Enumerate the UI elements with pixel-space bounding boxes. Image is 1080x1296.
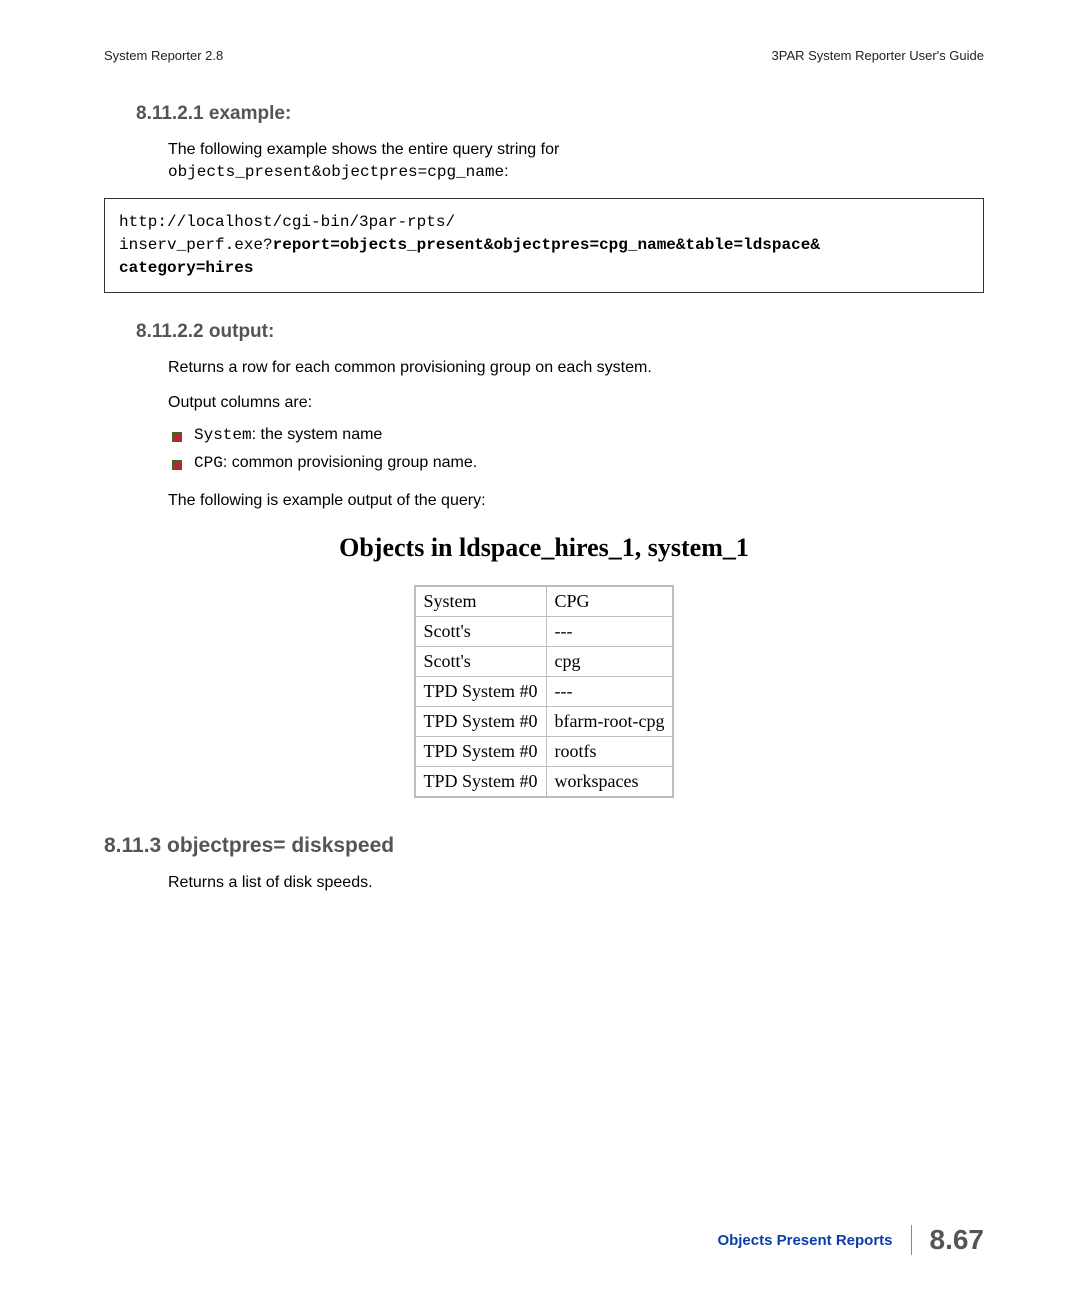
table-header-system: System xyxy=(415,586,547,617)
header-left: System Reporter 2.8 xyxy=(104,48,223,63)
table-cell: rootfs xyxy=(546,736,673,766)
output-paragraph-2: Output columns are: xyxy=(168,392,984,414)
table-header-row: System CPG xyxy=(415,586,674,617)
bullet-code: CPG xyxy=(194,454,223,472)
list-item: System: the system name xyxy=(168,426,984,444)
page-header: System Reporter 2.8 3PAR System Reporter… xyxy=(104,48,984,63)
table-cell: TPD System #0 xyxy=(415,706,547,736)
table-cell: TPD System #0 xyxy=(415,766,547,797)
table-row: Scott's cpg xyxy=(415,646,674,676)
output-table: System CPG Scott's --- Scott's cpg TPD S… xyxy=(414,585,675,798)
table-cell: --- xyxy=(546,616,673,646)
footer-page-number: 8.67 xyxy=(930,1224,985,1256)
table-cell: TPD System #0 xyxy=(415,676,547,706)
page-footer: Objects Present Reports 8.67 xyxy=(717,1224,984,1256)
heading-output: 8.11.2.2 output: xyxy=(136,321,984,343)
footer-section-name: Objects Present Reports xyxy=(717,1232,892,1249)
code-block: http://localhost/cgi-bin/3par-rpts/ inse… xyxy=(104,198,984,294)
table-row: TPD System #0 rootfs xyxy=(415,736,674,766)
table-cell: bfarm-root-cpg xyxy=(546,706,673,736)
header-right: 3PAR System Reporter User's Guide xyxy=(772,48,984,63)
heading-diskspeed: 8.11.3 objectpres= diskspeed xyxy=(104,834,984,858)
table-row: TPD System #0 --- xyxy=(415,676,674,706)
table-row: TPD System #0 bfarm-root-cpg xyxy=(415,706,674,736)
table-header-cpg: CPG xyxy=(546,586,673,617)
page: System Reporter 2.8 3PAR System Reporter… xyxy=(0,0,1080,1296)
code-line-3: category=hires xyxy=(119,259,253,277)
example-intro: The following example shows the entire q… xyxy=(168,139,984,184)
heading-example: 8.11.2.1 example: xyxy=(136,103,984,125)
code-line-2b: report=objects_present&objectpres=cpg_na… xyxy=(273,236,820,254)
output-table-title: Objects in ldspace_hires_1, system_1 xyxy=(104,533,984,563)
example-query-string: objects_present&objectpres=cpg_name xyxy=(168,163,504,181)
diskspeed-paragraph: Returns a list of disk speeds. xyxy=(168,872,984,894)
code-line-2a: inserv_perf.exe? xyxy=(119,236,273,254)
table-cell: TPD System #0 xyxy=(415,736,547,766)
table-cell: --- xyxy=(546,676,673,706)
bullet-text: : common provisioning group name. xyxy=(223,454,477,471)
table-cell: Scott's xyxy=(415,616,547,646)
output-paragraph-3: The following is example output of the q… xyxy=(168,490,984,512)
example-colon: : xyxy=(504,163,508,180)
output-paragraph-1: Returns a row for each common provisioni… xyxy=(168,357,984,379)
table-row: Scott's --- xyxy=(415,616,674,646)
table-cell: Scott's xyxy=(415,646,547,676)
table-cell: workspaces xyxy=(546,766,673,797)
bullet-code: System xyxy=(194,426,252,444)
example-intro-text: The following example shows the entire q… xyxy=(168,141,559,158)
table-cell: cpg xyxy=(546,646,673,676)
footer-separator xyxy=(911,1225,912,1255)
table-row: TPD System #0 workspaces xyxy=(415,766,674,797)
list-item: CPG: common provisioning group name. xyxy=(168,454,984,472)
bullet-list: System: the system name CPG: common prov… xyxy=(168,426,984,472)
code-line-1: http://localhost/cgi-bin/3par-rpts/ xyxy=(119,213,455,231)
bullet-text: : the system name xyxy=(252,426,383,443)
